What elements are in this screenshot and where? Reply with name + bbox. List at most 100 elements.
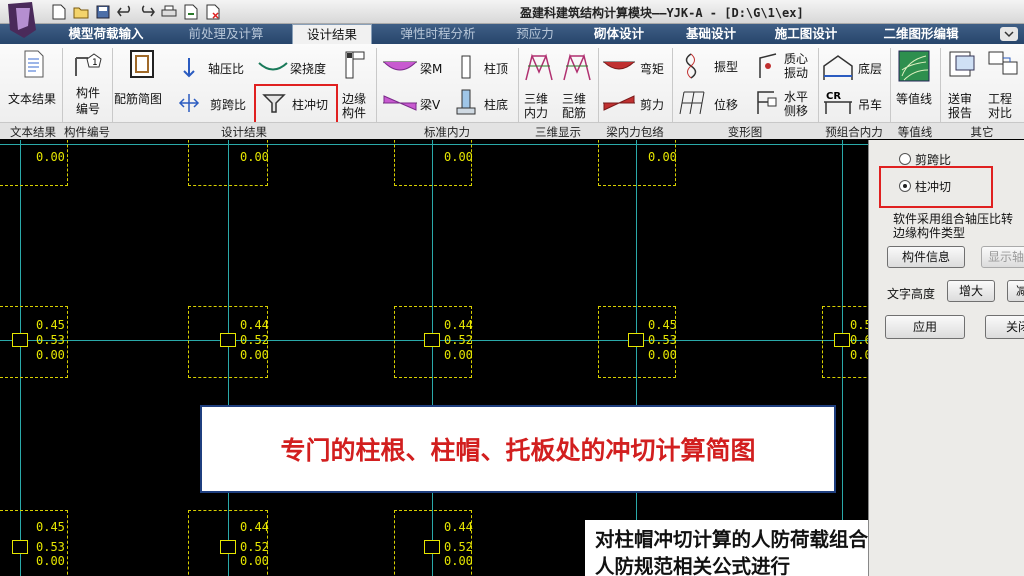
node-value: 0.00 xyxy=(36,554,65,568)
show-axis-button[interactable]: 显示轴 xyxy=(981,246,1024,268)
envelope-shear-button[interactable]: 剪力 xyxy=(602,92,670,114)
column-node[interactable] xyxy=(220,333,236,347)
print-icon[interactable] xyxy=(160,3,178,21)
app-logo-icon[interactable] xyxy=(2,0,42,40)
member-info-button[interactable]: 构件信息 xyxy=(887,246,965,268)
tab-design-results[interactable]: 设计结果 xyxy=(292,24,372,44)
contour-button[interactable]: 等值线 xyxy=(894,48,938,120)
save-icon[interactable] xyxy=(94,3,112,21)
compare-windows-icon xyxy=(988,51,1018,75)
tab-foundation[interactable]: 基础设计 xyxy=(676,24,746,44)
horizontal-drift-button[interactable]: 水平 侧移 xyxy=(752,84,814,118)
group-label: 文本结果 xyxy=(10,125,56,139)
envelope-moment-button[interactable]: 弯矩 xyxy=(602,56,670,78)
project-compare-button[interactable]: 工程 对比 xyxy=(984,48,1022,120)
group-label: 梁内力包络 xyxy=(606,125,664,139)
column-node[interactable] xyxy=(424,540,440,554)
node-value: 0.52 xyxy=(444,333,473,347)
reinforcement-3d-button[interactable]: 三维 配筋 xyxy=(560,48,594,120)
deflection-curve-icon xyxy=(258,62,288,71)
truss-3d-icon xyxy=(525,53,553,81)
rebar-3d-icon xyxy=(563,53,591,81)
edge-member-button[interactable]: 边缘 构件 xyxy=(340,48,374,120)
mass-center-icon xyxy=(759,53,777,78)
top-value: 0.00 xyxy=(240,150,269,164)
drift-icon xyxy=(757,91,777,114)
ribbon-menu-button[interactable] xyxy=(1000,27,1018,41)
column-node[interactable] xyxy=(628,333,644,347)
node-value: 0.52 xyxy=(240,540,269,554)
internal-force-3d-button[interactable]: 三维 内力 xyxy=(522,48,556,120)
node-value: 0.0 xyxy=(850,348,868,362)
tab-prestress[interactable]: 预应力 xyxy=(508,24,562,44)
text-results-button[interactable]: 文本结果 xyxy=(4,48,62,118)
group-label: 预组合内力 xyxy=(825,125,883,139)
node-value: 0.53 xyxy=(36,540,65,554)
apply-button[interactable]: 应用 xyxy=(885,315,965,339)
beam-moment-button[interactable]: 梁M xyxy=(382,56,446,78)
beam-shear-button[interactable]: 梁V xyxy=(382,92,446,114)
beam-deflection-button[interactable]: 梁挠度 xyxy=(258,56,338,78)
close-button[interactable]: 关闭 xyxy=(985,315,1024,339)
punching-option-highlight xyxy=(879,166,993,208)
top-value: 0.00 xyxy=(648,150,677,164)
reinforcement-button[interactable]: 配筋简图 xyxy=(114,48,172,118)
node-value: 0.5 xyxy=(850,318,868,332)
tab-time-history[interactable]: 弹性时程分析 xyxy=(392,24,484,44)
top-value: 0.00 xyxy=(36,150,65,164)
undo-icon[interactable] xyxy=(116,3,134,21)
top-value: 0.00 xyxy=(444,150,473,164)
node-value: 0.00 xyxy=(444,554,473,568)
node-value: 0.00 xyxy=(36,348,65,362)
vibration-mode-button[interactable]: 振型 xyxy=(678,52,744,80)
column-node[interactable] xyxy=(424,333,440,347)
crane-button[interactable]: CR 吊车 xyxy=(822,88,888,116)
tab-preprocess[interactable]: 前处理及计算 xyxy=(178,24,274,44)
new-icon[interactable] xyxy=(50,3,68,21)
tab-masonry[interactable]: 砌体设计 xyxy=(584,24,654,44)
axial-arrow-icon xyxy=(183,58,195,78)
review-report-button[interactable]: 送审 报告 xyxy=(944,48,980,120)
options-panel: 剪跨比 柱冲切 软件采用组合轴压比转 边缘构件类型 构件信息 显示轴 文字高度 … xyxy=(868,140,1024,576)
title-bar: 盈建科建筑结构计算模块——YJK-A - [D:\G\1\ex] xyxy=(0,0,1024,24)
column-bottom-button[interactable]: 柱底 xyxy=(456,88,516,116)
column-node[interactable] xyxy=(834,333,850,347)
radio-shear-span[interactable] xyxy=(899,153,911,165)
shear-span-button[interactable]: 剪跨比 xyxy=(178,92,250,114)
ribbon-tabs: 模型荷载输入 前处理及计算 设计结果 弹性时程分析 预应力 砌体设计 基础设计 … xyxy=(0,24,1024,44)
mode-shape-icon xyxy=(685,53,697,79)
axial-ratio-button[interactable]: 轴压比 xyxy=(178,56,250,78)
rebar-section-icon xyxy=(130,50,154,78)
drawing-canvas[interactable]: 0.00 0.00 0.00 0.00 0.45 0.53 0.00 0.44 … xyxy=(0,140,868,576)
export-icon[interactable] xyxy=(182,3,200,21)
open-icon[interactable] xyxy=(72,3,90,21)
node-value: 0.00 xyxy=(648,348,677,362)
node-value: 0.00 xyxy=(240,554,269,568)
member-id-button[interactable]: 1 构件 编号 xyxy=(66,48,110,118)
close-file-icon[interactable] xyxy=(204,3,222,21)
column-node[interactable] xyxy=(12,333,28,347)
moment-envelope-icon xyxy=(603,61,635,70)
svg-text:CR: CR xyxy=(826,91,841,102)
node-value: 0.6 xyxy=(850,333,868,347)
ribbon: 文本结果 1 构件 编号 配筋简图 轴压比 梁挠度 剪跨比 柱冲切 边缘 构件 … xyxy=(0,44,1024,139)
panel-description: 边缘构件类型 xyxy=(893,226,966,240)
callout-text: 专门的柱根、柱帽、托板处的冲切计算简图 xyxy=(280,436,756,465)
group-label: 等值线 xyxy=(897,125,933,139)
base-force-button[interactable]: 底层 xyxy=(822,54,888,82)
tab-drawings[interactable]: 施工图设计 xyxy=(764,24,848,44)
node-value: 0.45 xyxy=(36,520,65,534)
column-node[interactable] xyxy=(220,540,236,554)
node-value: 0.45 xyxy=(36,318,65,332)
mass-vibration-button[interactable]: 质心 振动 xyxy=(752,48,814,82)
tab-2d-edit[interactable]: 二维图形编辑 xyxy=(872,24,970,44)
decrease-text-button[interactable]: 减 xyxy=(1007,280,1024,302)
report-icon xyxy=(949,51,975,77)
column-top-button[interactable]: 柱顶 xyxy=(456,54,516,80)
column-node[interactable] xyxy=(12,540,28,554)
displacement-button[interactable]: 位移 xyxy=(678,88,744,116)
node-value: 0.00 xyxy=(444,348,473,362)
redo-icon[interactable] xyxy=(138,3,156,21)
increase-text-button[interactable]: 增大 xyxy=(947,280,995,302)
tab-model-load[interactable]: 模型荷载输入 xyxy=(58,24,154,44)
